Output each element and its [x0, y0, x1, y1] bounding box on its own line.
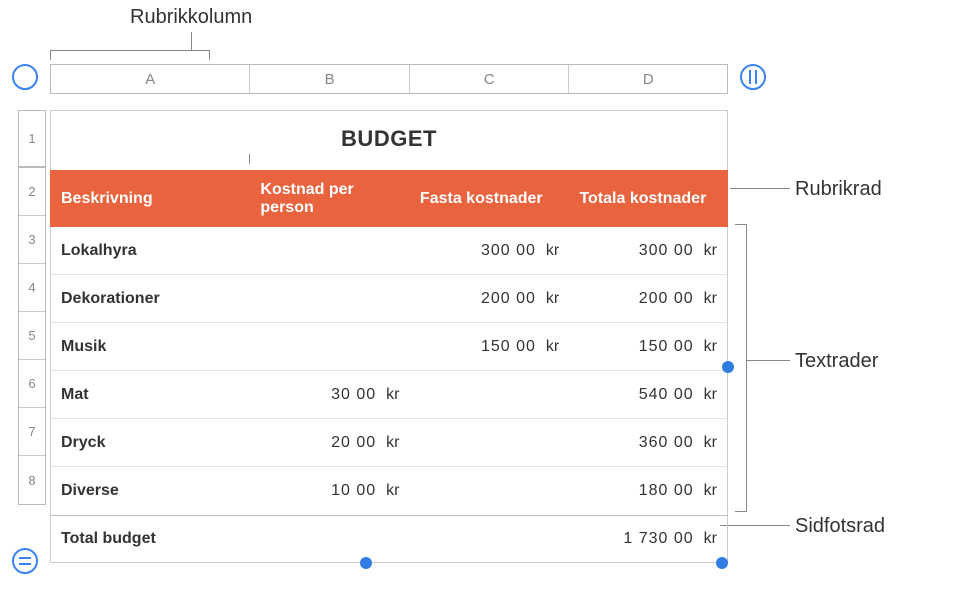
- cell-perperson[interactable]: 30 00kr: [250, 371, 410, 418]
- cell-fixed[interactable]: 300 00kr: [409, 227, 569, 274]
- header-cell-fixed[interactable]: Fasta kostnader: [410, 171, 570, 226]
- callout-line: [720, 525, 790, 526]
- header-row[interactable]: Beskrivning Kostnad per person Fasta kos…: [50, 170, 728, 227]
- selection-handle-dot[interactable]: [722, 361, 734, 373]
- cell-total[interactable]: 180 00kr: [569, 467, 727, 515]
- cell-fixed[interactable]: 200 00kr: [409, 275, 569, 322]
- row-header[interactable]: 7: [19, 408, 45, 456]
- cell-desc[interactable]: Diverse: [50, 467, 250, 515]
- footer-row[interactable]: Total budget 1 730 00kr: [50, 515, 728, 563]
- callout-sidfotsrad: Sidfotsrad: [795, 515, 885, 538]
- table-row[interactable]: Dryck 20 00kr 360 00kr: [50, 419, 728, 467]
- column-header-a[interactable]: A: [51, 65, 250, 93]
- cell-fixed[interactable]: [409, 419, 569, 466]
- selection-handle-dot[interactable]: [716, 557, 728, 569]
- cell-desc[interactable]: Dekorationer: [50, 275, 250, 322]
- cell-total[interactable]: 300 00kr: [569, 227, 727, 274]
- table-row[interactable]: Dekorationer 200 00kr 200 00kr: [50, 275, 728, 323]
- cell-total[interactable]: 360 00kr: [569, 419, 727, 466]
- table-row[interactable]: Mat 30 00kr 540 00kr: [50, 371, 728, 419]
- cell-fixed[interactable]: [409, 467, 569, 515]
- cell-desc[interactable]: Musik: [50, 323, 250, 370]
- cell-total[interactable]: 540 00kr: [569, 371, 727, 418]
- selection-handle-dot[interactable]: [360, 557, 372, 569]
- row-header[interactable]: 8: [19, 456, 45, 504]
- row-header[interactable]: 5: [19, 312, 45, 360]
- cell-perperson[interactable]: 10 00kr: [250, 467, 410, 515]
- column-header-d[interactable]: D: [569, 65, 727, 93]
- cell-fixed[interactable]: [409, 371, 569, 418]
- add-row-handle[interactable]: [12, 548, 38, 574]
- header-cell-perperson[interactable]: Kostnad per person: [250, 171, 410, 226]
- row-ruler[interactable]: 1 2 3 4 5 6 7 8: [18, 110, 46, 505]
- row-header[interactable]: 3: [19, 216, 45, 264]
- spreadsheet-table[interactable]: BUDGET Beskrivning Kostnad per person Fa…: [50, 110, 728, 563]
- column-header-b[interactable]: B: [250, 65, 410, 93]
- cell-footer-total[interactable]: 1 730 00kr: [569, 516, 727, 562]
- column-ruler[interactable]: A B C D: [50, 64, 728, 94]
- callout-rubrikkolumn: Rubrikkolumn: [130, 6, 252, 29]
- header-cell-desc[interactable]: Beskrivning: [51, 171, 250, 226]
- header-cell-total[interactable]: Totala kostnader: [569, 171, 727, 226]
- cell-fixed[interactable]: 150 00kr: [409, 323, 569, 370]
- bracket-rubrikkolumn: [50, 50, 210, 60]
- cell-desc[interactable]: Dryck: [50, 419, 250, 466]
- callout-textrader: Textrader: [795, 350, 878, 373]
- cell-perperson[interactable]: 20 00kr: [250, 419, 410, 466]
- cell-total[interactable]: 150 00kr: [569, 323, 727, 370]
- cell-perperson[interactable]: [250, 227, 410, 274]
- row-header[interactable]: 4: [19, 264, 45, 312]
- row-header[interactable]: 1: [19, 111, 45, 168]
- callout-line: [191, 32, 192, 50]
- row-header[interactable]: 2: [19, 168, 45, 216]
- callout-line: [747, 360, 790, 361]
- row-header[interactable]: 6: [19, 360, 45, 408]
- table-title: BUDGET: [50, 110, 728, 170]
- cell-empty[interactable]: [409, 516, 569, 562]
- cell-total[interactable]: 200 00kr: [569, 275, 727, 322]
- table-row[interactable]: Lokalhyra 300 00kr 300 00kr: [50, 227, 728, 275]
- callout-line: [730, 188, 790, 189]
- cell-perperson[interactable]: [250, 275, 410, 322]
- table-row[interactable]: Musik 150 00kr 150 00kr: [50, 323, 728, 371]
- column-header-c[interactable]: C: [410, 65, 570, 93]
- cell-desc[interactable]: Mat: [50, 371, 250, 418]
- cell-desc[interactable]: Lokalhyra: [50, 227, 250, 274]
- cell-empty[interactable]: [250, 516, 410, 562]
- cell-perperson[interactable]: [250, 323, 410, 370]
- callout-rubrikrad: Rubrikrad: [795, 178, 882, 201]
- add-column-handle[interactable]: [740, 64, 766, 90]
- cell-footer-desc[interactable]: Total budget: [50, 516, 250, 562]
- bracket-textrader: [735, 224, 747, 512]
- table-row[interactable]: Diverse 10 00kr 180 00kr: [50, 467, 728, 515]
- table-corner-handle[interactable]: [12, 64, 38, 90]
